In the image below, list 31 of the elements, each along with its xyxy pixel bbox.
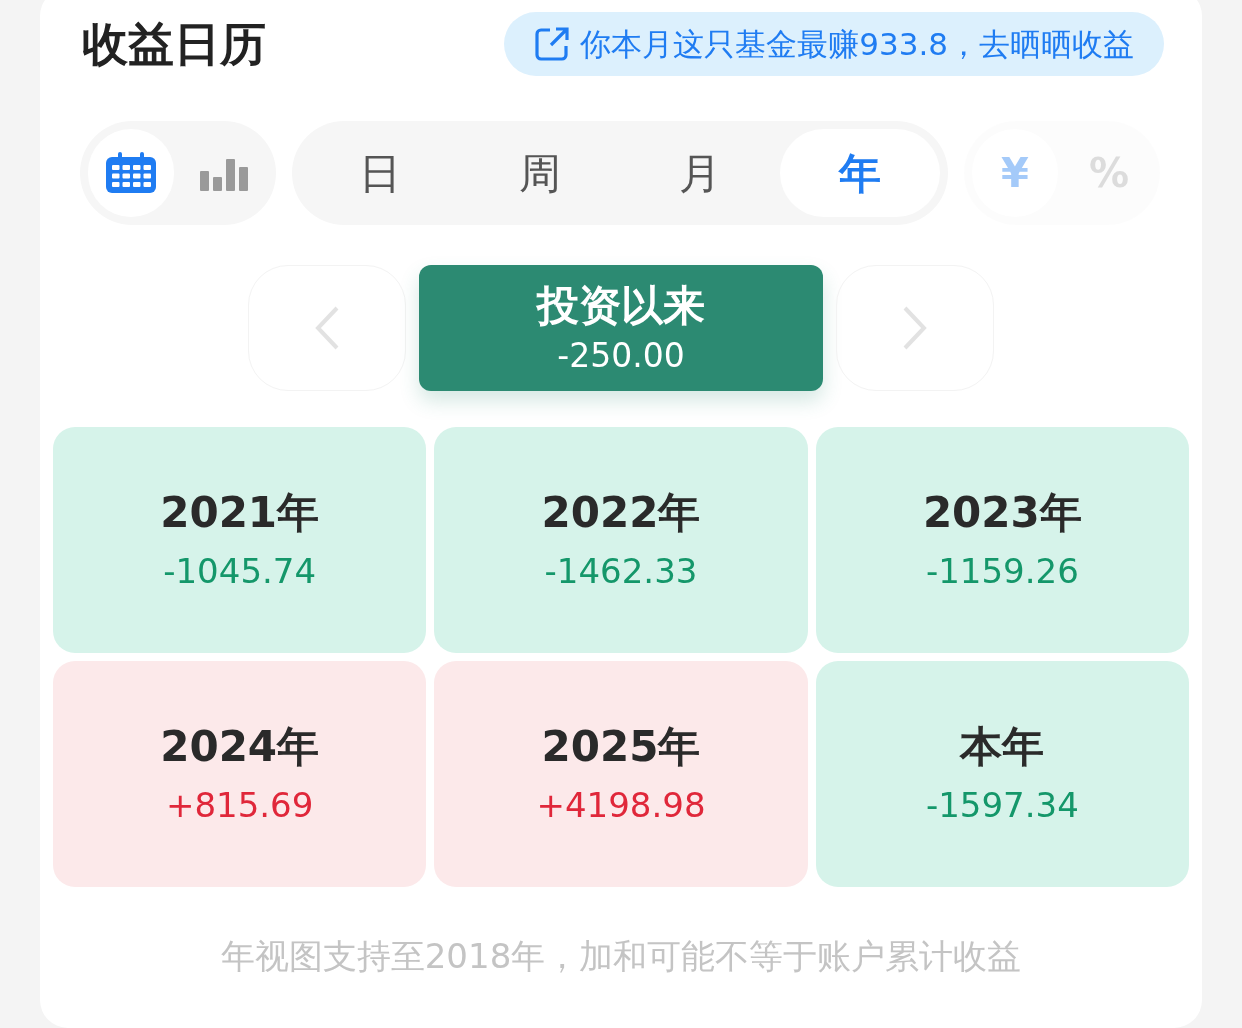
period-tab[interactable]: 周: [460, 129, 620, 217]
year-label: 2023年: [922, 487, 1082, 539]
year-tile[interactable]: 2023年 -1159.26: [815, 427, 1189, 653]
chevron-right-icon: [902, 306, 928, 350]
year-value: -1462.33: [544, 550, 698, 593]
footnote: 年视图支持至2018年，加和可能不等于账户累计收益: [220, 935, 1022, 978]
year-value: -1597.34: [925, 784, 1079, 827]
period-tab[interactable]: 月: [620, 129, 780, 217]
share-icon: [534, 26, 571, 62]
year-label: 本年: [960, 721, 1045, 773]
year-label: 2025年: [541, 721, 701, 773]
year-value: -1159.26: [925, 550, 1079, 593]
year-value: +815.69: [165, 784, 314, 827]
summary-value: -250.00: [557, 335, 685, 377]
page-title: 收益日历: [82, 15, 266, 73]
calendar-icon: [104, 151, 158, 195]
year-label: 2024年: [160, 721, 320, 773]
year-tile[interactable]: 2021年 -1045.74: [53, 427, 427, 653]
summary-title: 投资以来: [537, 280, 705, 332]
calendar-view-button[interactable]: [88, 129, 174, 217]
year-tile[interactable]: 2025年 +4198.98: [434, 661, 808, 887]
year-tile[interactable]: 2024年 +815.69: [53, 661, 427, 887]
year-label: 2021年: [160, 487, 320, 539]
chevron-left-icon: [314, 306, 340, 350]
year-tile[interactable]: 本年 -1597.34: [815, 661, 1189, 887]
year-value: +4198.98: [536, 784, 706, 827]
period-tab[interactable]: 年: [780, 129, 940, 217]
year-value: -1045.74: [163, 550, 317, 593]
period-tab[interactable]: 日: [300, 129, 460, 217]
year-tile[interactable]: 2022年 -1462.33: [434, 427, 808, 653]
year-label: 2022年: [541, 487, 701, 539]
